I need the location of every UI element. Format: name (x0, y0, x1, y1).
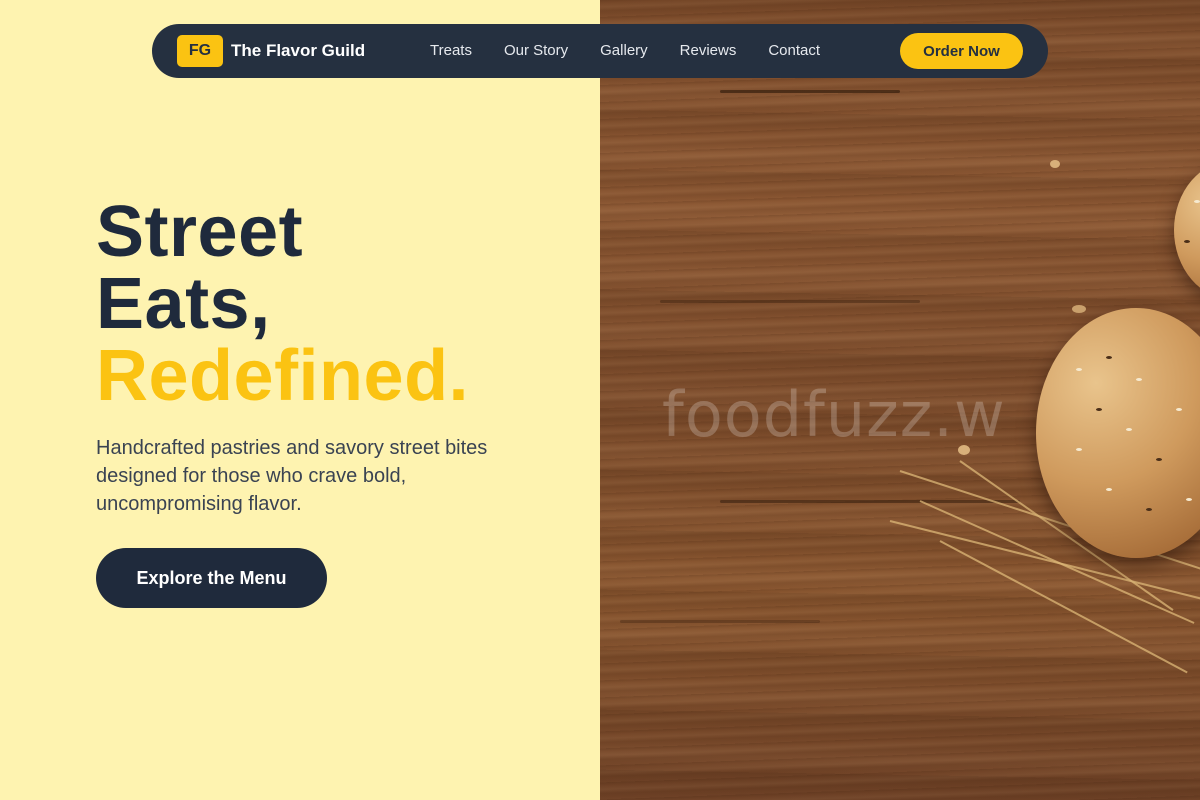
watermark-text: foodfuzz.w (662, 378, 1006, 451)
wood-grain-line (660, 300, 920, 303)
order-now-button[interactable]: Order Now (900, 33, 1023, 69)
headline-accent: Redefined. (96, 336, 470, 416)
top-navbar: FG The Flavor Guild Treats Our Story Gal… (152, 24, 1048, 78)
logo-badge[interactable]: FG (177, 35, 223, 67)
nav-links: Treats Our Story Gallery Reviews Contact (430, 42, 820, 59)
wood-grain-line (620, 620, 820, 623)
headline-line-1: Street (96, 192, 304, 272)
nav-link-reviews[interactable]: Reviews (680, 42, 737, 59)
bread-roll (1036, 308, 1200, 558)
brand-name[interactable]: The Flavor Guild (231, 41, 365, 61)
hero-photo-bread-on-wood: foodfuzz.w (600, 0, 1200, 800)
bread-roll (1174, 160, 1200, 300)
wheat-stalk (939, 540, 1188, 674)
hero-subtext: Handcrafted pastries and savory street b… (96, 437, 488, 515)
nav-link-our-story[interactable]: Our Story (504, 42, 568, 59)
headline-line-2: Eats, (96, 264, 271, 344)
nav-link-contact[interactable]: Contact (768, 42, 820, 59)
wood-grain-line (720, 500, 1020, 503)
hero-headline: Street Eats, Redefined. (96, 196, 469, 412)
nav-link-treats[interactable]: Treats (430, 42, 472, 59)
explore-menu-button[interactable]: Explore the Menu (96, 548, 327, 608)
wood-grain-line (720, 90, 900, 93)
nav-link-gallery[interactable]: Gallery (600, 42, 648, 59)
